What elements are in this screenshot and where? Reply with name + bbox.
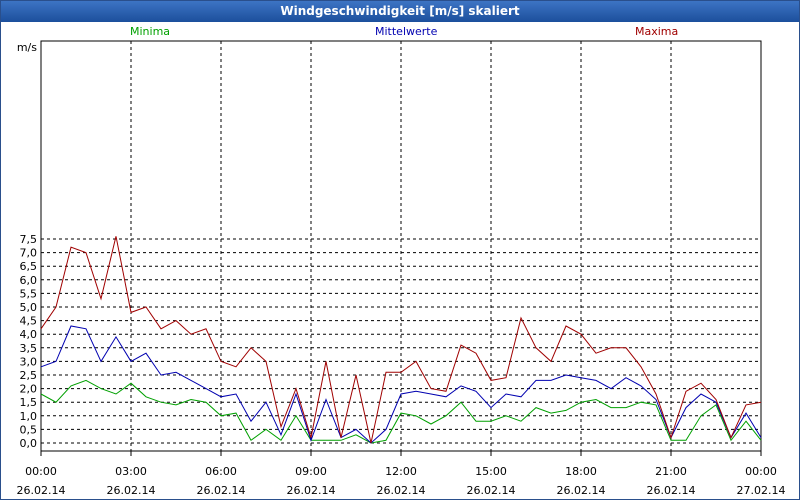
x-tick-time: 09:00 bbox=[295, 465, 327, 478]
y-tick-label: 7,5 bbox=[20, 233, 38, 246]
x-tick-date: 26.02.14 bbox=[107, 484, 156, 497]
x-tick-date: 26.02.14 bbox=[287, 484, 336, 497]
y-tick-label: 0,5 bbox=[20, 423, 38, 436]
x-tick-time: 00:00 bbox=[25, 465, 57, 478]
y-tick-label: 2,5 bbox=[20, 369, 38, 382]
y-tick-label: 3,5 bbox=[20, 342, 38, 355]
y-tick-label: 6,5 bbox=[20, 260, 38, 273]
x-tick-date: 26.02.14 bbox=[197, 484, 246, 497]
x-tick-date: 26.02.14 bbox=[467, 484, 516, 497]
x-tick-date: 26.02.14 bbox=[647, 484, 696, 497]
x-tick-time: 15:00 bbox=[475, 465, 507, 478]
y-tick-label: 5,0 bbox=[20, 301, 38, 314]
y-tick-label: 4,0 bbox=[20, 328, 38, 341]
y-tick-label: 7,0 bbox=[20, 247, 38, 260]
y-tick-label: 5,5 bbox=[20, 287, 38, 300]
x-tick-date: 27.02.14 bbox=[737, 484, 786, 497]
x-tick-time: 00:00 bbox=[745, 465, 777, 478]
x-tick-date: 26.02.14 bbox=[17, 484, 66, 497]
x-tick-time: 12:00 bbox=[385, 465, 417, 478]
chart-window: Windgeschwindigkeit [m/s] skaliert Minim… bbox=[0, 0, 800, 500]
y-axis-label: m/s bbox=[17, 41, 37, 54]
y-tick-label: 4,5 bbox=[20, 315, 38, 328]
y-tick-label: 3,0 bbox=[20, 355, 38, 368]
x-tick-date: 26.02.14 bbox=[557, 484, 606, 497]
x-tick-time: 03:00 bbox=[115, 465, 147, 478]
line-chart: 0,00,51,01,52,02,53,03,54,04,55,05,56,06… bbox=[17, 40, 786, 497]
x-tick-time: 21:00 bbox=[655, 465, 687, 478]
y-tick-label: 6,0 bbox=[20, 274, 38, 287]
y-tick-label: 0,0 bbox=[20, 437, 38, 450]
x-tick-date: 26.02.14 bbox=[377, 484, 426, 497]
series-line-maxima bbox=[40, 236, 762, 444]
x-tick-time: 06:00 bbox=[205, 465, 237, 478]
x-tick-time: 18:00 bbox=[565, 465, 597, 478]
y-tick-label: 1,5 bbox=[20, 396, 38, 409]
y-tick-label: 2,0 bbox=[20, 383, 38, 396]
window-title: Windgeschwindigkeit [m/s] skaliert bbox=[1, 1, 799, 22]
y-tick-label: 1,0 bbox=[20, 410, 38, 423]
